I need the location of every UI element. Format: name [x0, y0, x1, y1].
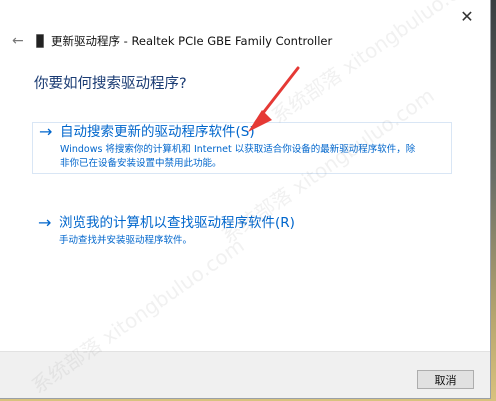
browse-computer-title[interactable]: 浏览我的计算机以查找驱动程序软件(R) [59, 214, 295, 232]
right-arrow-icon: → [39, 122, 53, 141]
auto-search-title[interactable]: 自动搜索更新的驱动程序软件(S) [60, 123, 255, 141]
page-heading: 你要如何搜索驱动程序? [34, 76, 187, 92]
browse-computer-description: 手动查找并安装驱动程序软件。 [59, 235, 193, 246]
title-bar: ← 更新驱动程序 - Realtek PCIe GBE Family Contr… [12, 32, 332, 50]
cancel-button[interactable]: 取消 [417, 370, 474, 389]
network-adapter-icon [36, 34, 44, 48]
dialog-footer: 取消 [0, 351, 490, 398]
auto-search-option[interactable]: → 自动搜索更新的驱动程序软件(S) Windows 将搜索你的计算机和 Int… [32, 122, 452, 174]
auto-search-description: Windows 将搜索你的计算机和 Internet 以获取适合你设备的最新驱动… [60, 144, 416, 169]
browse-computer-option[interactable]: → 浏览我的计算机以查找驱动程序软件(R) 手动查找并安装驱动程序软件。 [32, 214, 452, 248]
window-title: 更新驱动程序 - Realtek PCIe GBE Family Control… [51, 34, 333, 48]
update-driver-window: ✕ ← 更新驱动程序 - Realtek PCIe GBE Family Con… [0, 0, 491, 399]
close-icon[interactable]: ✕ [454, 6, 480, 28]
annotation-arrow-icon [248, 66, 300, 132]
back-arrow-icon[interactable]: ← [12, 33, 28, 49]
right-arrow-icon: → [38, 213, 52, 232]
